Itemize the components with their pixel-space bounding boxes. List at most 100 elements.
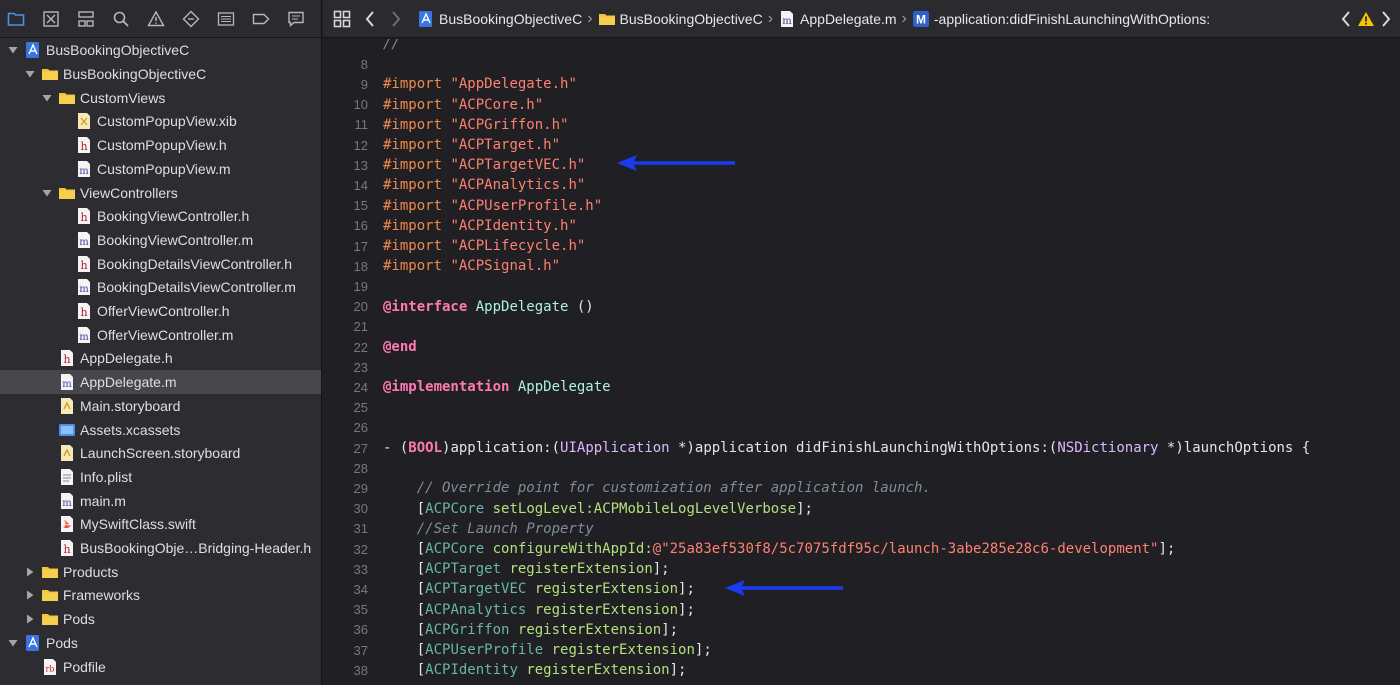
warning-icon[interactable] (1357, 11, 1375, 27)
line-number[interactable]: 14 (323, 178, 368, 193)
code-line[interactable]: 33 [ACPTarget registerExtension]; (323, 559, 1400, 579)
tree-row-selected[interactable]: m AppDelegate.m (0, 370, 321, 394)
line-number[interactable]: 35 (323, 602, 368, 617)
code-line[interactable]: 17 #import "ACPLifecycle.h" (323, 236, 1400, 256)
code-line[interactable]: 8 (323, 54, 1400, 74)
code-line[interactable]: 19 (323, 276, 1400, 296)
search-icon[interactable] (111, 8, 132, 30)
line-number[interactable]: 22 (323, 340, 368, 355)
disclosure-closed-icon[interactable] (23, 565, 37, 579)
line-number[interactable]: 38 (323, 663, 368, 678)
code-line[interactable]: 39 (323, 680, 1400, 685)
hierarchy-icon[interactable] (76, 8, 97, 30)
tree-row[interactable]: MySwiftClass.swift (0, 513, 321, 537)
tree-row[interactable]: BusBookingObjectiveC (0, 62, 321, 86)
disclosure-closed-icon[interactable] (23, 588, 37, 602)
code-line[interactable]: 35 [ACPAnalytics registerExtension]; (323, 600, 1400, 620)
tree-row[interactable]: h OfferViewController.h (0, 299, 321, 323)
line-number[interactable]: 9 (323, 77, 368, 92)
line-number[interactable]: 33 (323, 562, 368, 577)
line-number[interactable]: 34 (323, 582, 368, 597)
line-number[interactable]: 21 (323, 319, 368, 334)
code-line[interactable]: 9 #import "AppDelegate.h" (323, 74, 1400, 94)
tree-row[interactable]: h BusBookingObje…Bridging-Header.h (0, 536, 321, 560)
code-line[interactable]: 18 #import "ACPSignal.h" (323, 256, 1400, 276)
code-line[interactable]: 15 #import "ACPUserProfile.h" (323, 196, 1400, 216)
code-line[interactable]: 22 @end (323, 337, 1400, 357)
tree-row[interactable]: h CustomPopupView.h (0, 133, 321, 157)
tree-row[interactable]: Assets.xcassets (0, 418, 321, 442)
tree-row[interactable]: ViewControllers (0, 181, 321, 205)
code-line[interactable]: 29 // Override point for customization a… (323, 478, 1400, 498)
breadcrumb-item[interactable]: BusBookingObjectiveC (417, 10, 582, 28)
line-number[interactable]: 19 (323, 279, 368, 294)
line-number[interactable]: 17 (323, 239, 368, 254)
line-number[interactable]: 29 (323, 481, 368, 496)
tree-row[interactable]: Pods (0, 607, 321, 631)
tree-row[interactable]: h BookingViewController.h (0, 204, 321, 228)
tree-row[interactable]: Frameworks (0, 584, 321, 608)
tree-row[interactable]: m main.m (0, 489, 321, 513)
line-number[interactable]: 31 (323, 521, 368, 536)
line-number[interactable]: 10 (323, 97, 368, 112)
code-line[interactable]: 25 (323, 398, 1400, 418)
tree-row[interactable]: h AppDelegate.h (0, 347, 321, 371)
comment-icon[interactable] (286, 8, 307, 30)
prev-issue-button[interactable] (1341, 10, 1351, 27)
disclosure-open-icon[interactable] (23, 67, 37, 81)
tag-icon[interactable] (251, 8, 272, 30)
line-number[interactable]: 13 (323, 158, 368, 173)
code-line[interactable]: 20 @interface AppDelegate () (323, 297, 1400, 317)
line-number[interactable]: 16 (323, 218, 368, 233)
code-line[interactable]: 34 [ACPTargetVEC registerExtension]; (323, 579, 1400, 599)
disclosure-open-icon[interactable] (6, 636, 20, 650)
code-editor[interactable]: // 8 9 #import "AppDelegate.h" 10 #import "AC… (323, 39, 1400, 685)
tree-row[interactable]: BusBookingObjectiveC (0, 39, 321, 63)
tree-row[interactable]: Main.storyboard (0, 394, 321, 418)
code-line[interactable]: 11 #import "ACPGriffon.h" (323, 115, 1400, 135)
line-number[interactable]: 11 (323, 117, 369, 132)
line-number[interactable]: 12 (323, 138, 368, 153)
tree-row[interactable]: LaunchScreen.storyboard (0, 441, 321, 465)
disclosure-open-icon[interactable] (6, 43, 20, 57)
code-line[interactable]: 38 [ACPIdentity registerExtension]; (323, 660, 1400, 680)
line-number[interactable]: 20 (323, 299, 368, 314)
line-number[interactable]: 37 (323, 643, 368, 658)
tree-row[interactable]: Products (0, 560, 321, 584)
code-line[interactable]: 13 #import "ACPTargetVEC.h" (323, 155, 1400, 175)
line-number[interactable]: 18 (323, 259, 368, 274)
line-number[interactable]: 15 (323, 198, 368, 213)
breadcrumb-item[interactable]: M -application:didFinishLaunchingWithOpti… (912, 10, 1210, 28)
breakpoint-diamond-icon[interactable] (181, 8, 202, 30)
grid-icon[interactable] (333, 10, 351, 28)
code-line[interactable]: 27 - (BOOL)application:(UIApplication *)a… (323, 438, 1400, 458)
code-line[interactable]: 16 #import "ACPIdentity.h" (323, 216, 1400, 236)
code-line[interactable]: 37 [ACPUserProfile registerExtension]; (323, 640, 1400, 660)
code-line[interactable]: 30 [ACPCore setLogLevel:ACPMobileLogLeve… (323, 499, 1400, 519)
list-icon[interactable] (216, 8, 237, 30)
next-issue-button[interactable] (1381, 10, 1391, 27)
folder-icon[interactable] (6, 8, 27, 30)
tree-row[interactable]: CustomViews (0, 86, 321, 110)
code-line[interactable]: 10 #import "ACPCore.h" (323, 95, 1400, 115)
warning-icon[interactable] (146, 8, 167, 30)
line-number[interactable]: 27 (323, 441, 368, 456)
code-line[interactable]: 24 @implementation AppDelegate (323, 377, 1400, 397)
disclosure-open-icon[interactable] (40, 91, 54, 105)
code-line[interactable]: 14 #import "ACPAnalytics.h" (323, 175, 1400, 195)
disclosure-open-icon[interactable] (40, 186, 54, 200)
tree-row[interactable]: CustomPopupView.xib (0, 110, 321, 134)
code-line[interactable]: 36 [ACPGriffon registerExtension]; (323, 620, 1400, 640)
line-number[interactable]: 8 (323, 57, 368, 72)
line-number[interactable]: 30 (323, 501, 368, 516)
disclosure-closed-icon[interactable] (23, 612, 37, 626)
back-button[interactable] (365, 10, 375, 27)
breadcrumb-item[interactable]: m AppDelegate.m (778, 10, 897, 28)
line-number[interactable]: 28 (323, 461, 368, 476)
line-number[interactable]: 25 (323, 400, 368, 415)
tree-row[interactable]: m BookingDetailsViewController.m (0, 276, 321, 300)
line-number[interactable]: 36 (323, 622, 368, 637)
forward-button[interactable] (391, 10, 401, 27)
code-line[interactable]: 28 (323, 458, 1400, 478)
tree-row[interactable]: rb Podfile (0, 655, 321, 679)
